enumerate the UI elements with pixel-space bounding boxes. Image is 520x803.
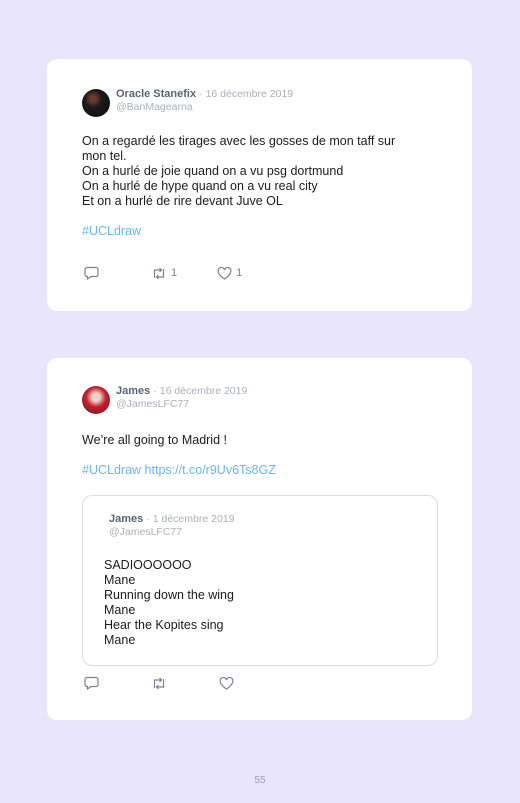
quoted-line: Running down the wing: [104, 588, 234, 602]
tweet-line: On a hurlé de joie quand on a vu psg dor…: [82, 164, 344, 178]
retweet-icon: [153, 677, 165, 689]
tweet-line: We’re all going to Madrid !: [82, 433, 227, 447]
avatar[interactable]: [82, 89, 110, 117]
like-count: 1: [236, 267, 243, 279]
quoted-handle[interactable]: @JamesLFC77: [109, 526, 234, 539]
author-handle[interactable]: @BanMagearna: [116, 101, 293, 114]
like-button[interactable]: [219, 676, 234, 690]
quoted-line: SADIOOOOOO: [104, 558, 192, 572]
quoted-text: SADIOOOOOO Mane Running down the wing Ma…: [104, 558, 424, 648]
quoted-line: Hear the Kopites sing: [104, 618, 224, 632]
tweet-line: On a hurlé de hype quand on a vu real ci…: [82, 179, 318, 193]
avatar[interactable]: [82, 386, 110, 414]
retweet-button[interactable]: 1: [151, 267, 177, 280]
reply-icon: [84, 676, 99, 690]
tweet-actions: [84, 676, 234, 690]
reply-icon: [84, 266, 99, 280]
author-handle[interactable]: @JamesLFC77: [116, 398, 247, 411]
author-name[interactable]: Oracle Stanefix: [116, 88, 196, 100]
tweet-date: · 16 décembre 2019: [199, 88, 294, 100]
quoted-date: · 1 décembre 2019: [146, 513, 235, 525]
quoted-line: Mane: [104, 573, 136, 587]
reply-button[interactable]: [84, 676, 99, 690]
tweet-card: Oracle Stanefix · 16 décembre 2019 @BanM…: [47, 59, 472, 311]
quoted-line: Mane: [104, 603, 136, 617]
hashtag-link[interactable]: #UCLdraw: [82, 224, 141, 238]
tweet-text: On a regardé les tirages avec les gosses…: [82, 134, 452, 239]
author-name[interactable]: James: [116, 385, 150, 397]
tweet-header: James · 16 décembre 2019 @JamesLFC77: [82, 385, 247, 414]
like-icon: [217, 266, 232, 280]
retweet-button[interactable]: [151, 677, 167, 690]
like-button[interactable]: 1: [217, 266, 243, 280]
quoted-tweet[interactable]: James · 1 décembre 2019 @JamesLFC77 SADI…: [82, 495, 438, 666]
quoted-author-name[interactable]: James: [109, 513, 143, 525]
like-icon: [219, 676, 234, 690]
tweet-header: Oracle Stanefix · 16 décembre 2019 @BanM…: [82, 88, 293, 117]
hashtag-link[interactable]: #UCLdraw: [82, 463, 141, 477]
tweet-line: mon tel.: [82, 149, 127, 163]
retweet-icon: [153, 267, 165, 279]
tweet-line: On a regardé les tirages avec les gosses…: [82, 134, 396, 148]
tweet-date: · 16 décembre 2019: [153, 385, 248, 397]
tweet-text: We’re all going to Madrid ! #UCLdraw htt…: [82, 433, 452, 478]
reply-button[interactable]: [84, 266, 99, 280]
quoted-line: Mane: [104, 633, 136, 647]
page-number: 55: [254, 775, 266, 786]
tweet-card: James · 16 décembre 2019 @JamesLFC77 We’…: [47, 358, 472, 720]
tweet-actions: 1 1: [84, 266, 242, 280]
tweet-url-link[interactable]: https://t.co/r9Uv6Ts8GZ: [145, 463, 276, 477]
tweet-line: Et on a hurlé de rire devant Juve OL: [82, 194, 283, 208]
quoted-header: James · 1 décembre 2019 @JamesLFC77: [109, 513, 234, 539]
retweet-count: 1: [171, 267, 178, 279]
